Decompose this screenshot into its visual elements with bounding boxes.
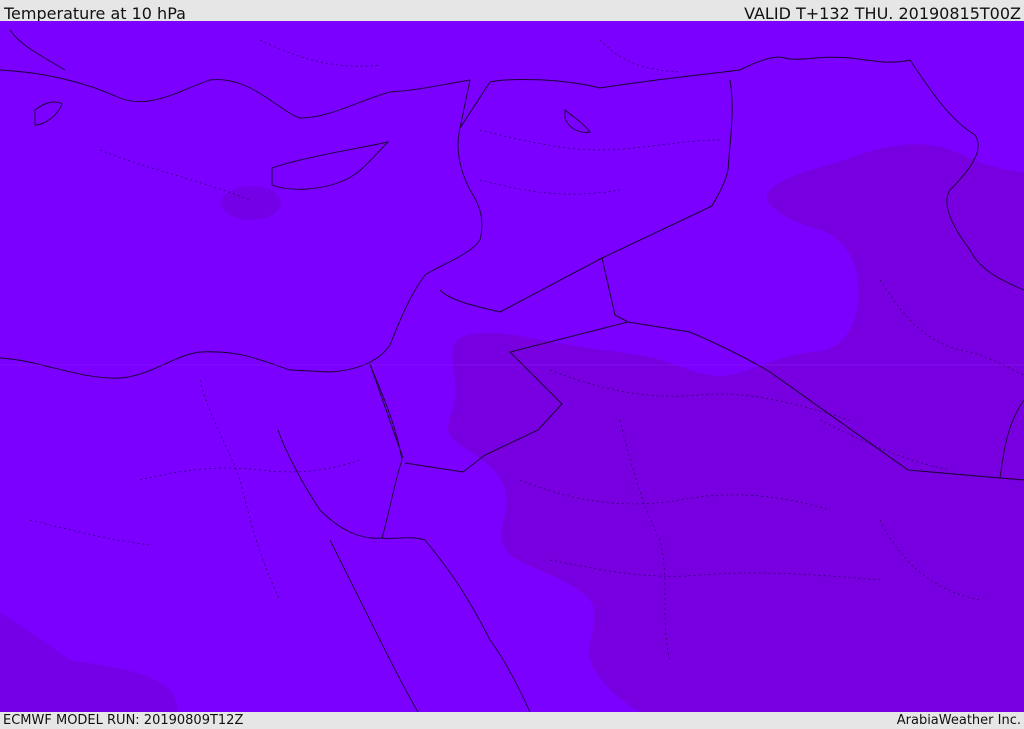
map-area bbox=[0, 21, 1024, 712]
credit-label: ArabiaWeather Inc. bbox=[896, 713, 1021, 728]
model-run-label: ECMWF MODEL RUN: 20190809T12Z bbox=[3, 713, 244, 728]
header-bar: Temperature at 10 hPa VALID T+132 THU. 2… bbox=[0, 0, 1024, 23]
temperature-map bbox=[0, 21, 1024, 712]
footer-bar: ECMWF MODEL RUN: 20190809T12Z ArabiaWeat… bbox=[0, 712, 1024, 729]
temperature-field-patch-cyprus bbox=[221, 186, 281, 220]
map-figure: Temperature at 10 hPa VALID T+132 THU. 2… bbox=[0, 0, 1024, 729]
